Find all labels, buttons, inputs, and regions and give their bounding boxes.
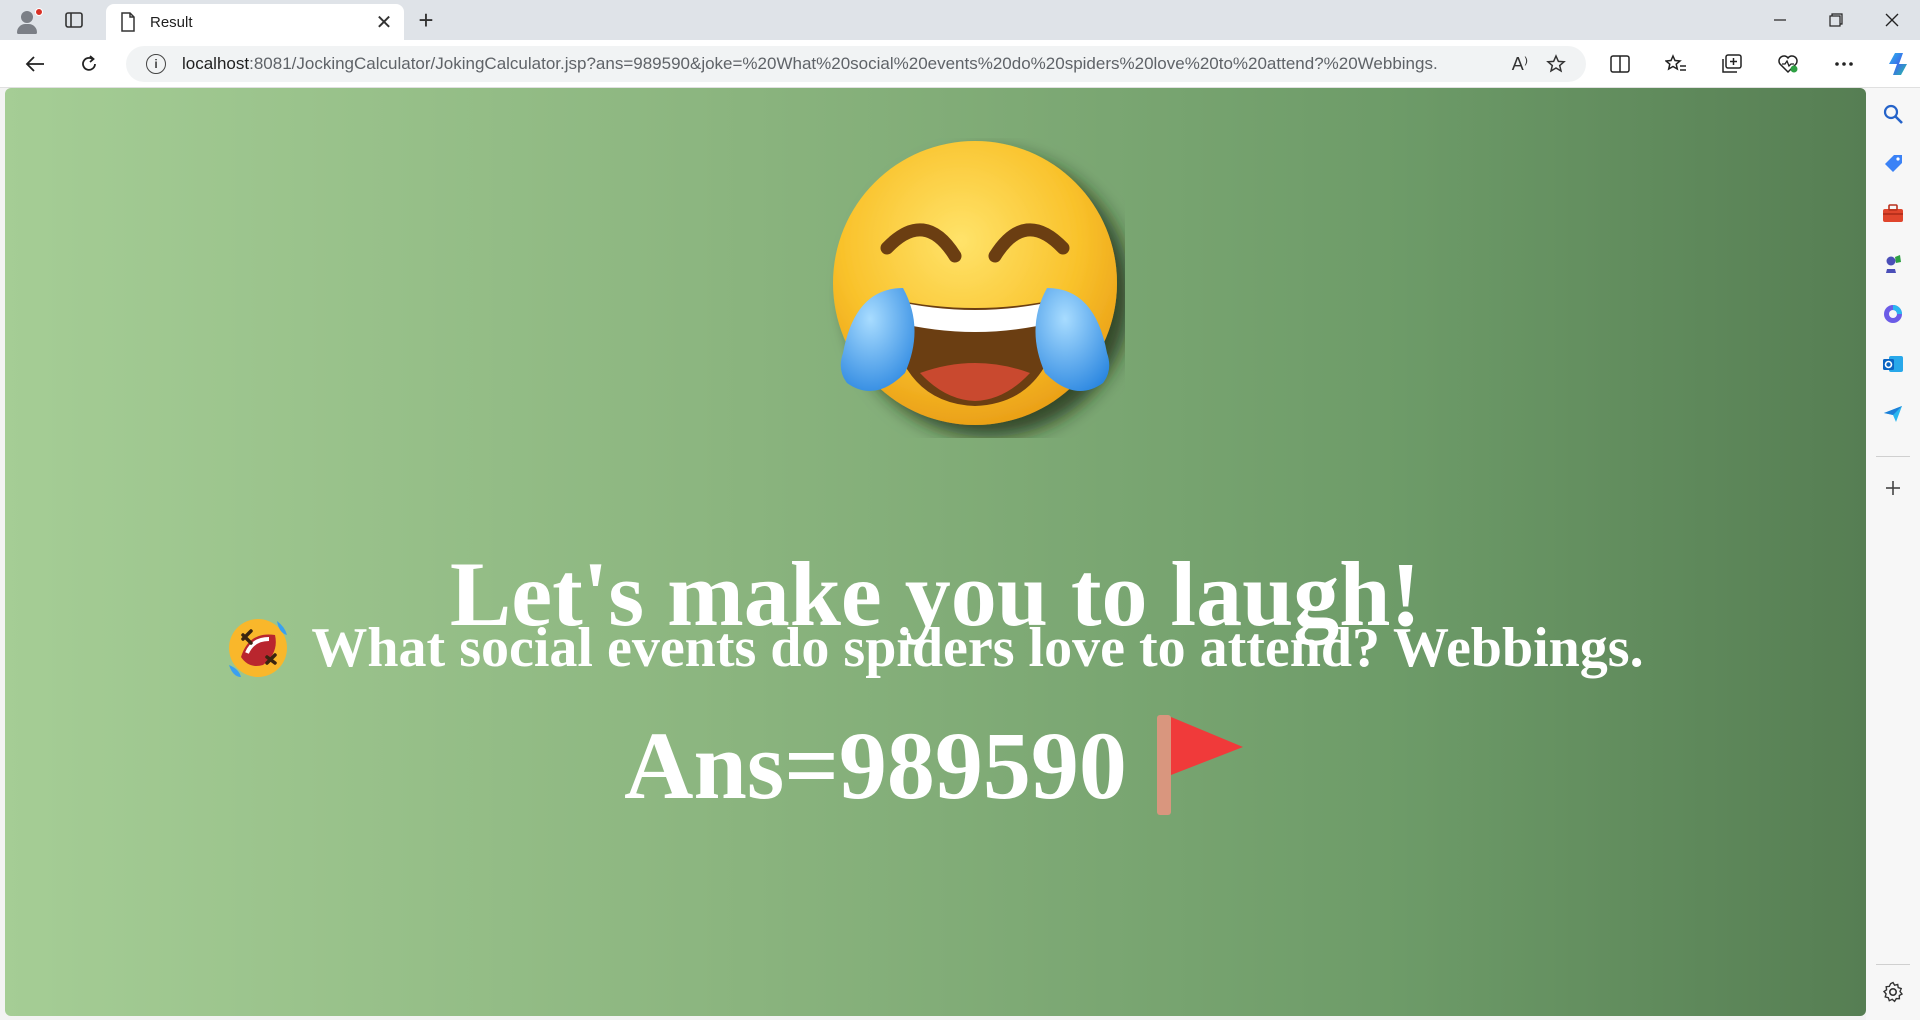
tab-actions-icon [65,12,83,28]
sidebar-add-icon[interactable] [1875,470,1911,506]
active-tab[interactable]: Result ✕ [106,4,404,40]
profile-avatar-icon [21,11,33,23]
more-options-icon[interactable] [1816,48,1872,80]
back-button[interactable] [18,48,52,80]
joke-text: What social events do spiders love to at… [311,617,1644,679]
profile-button[interactable] [10,4,46,36]
sidebar-settings-gear-icon[interactable] [1875,974,1911,1010]
read-aloud-icon[interactable]: A⁾ [1502,48,1538,80]
notification-dot [35,8,43,16]
favorites-icon[interactable] [1648,48,1704,80]
browser-essentials-icon[interactable] [1760,48,1816,80]
refresh-icon [82,55,96,71]
sidebar-divider [1876,456,1910,457]
back-arrow-icon [25,56,44,72]
collections-icon[interactable] [1704,48,1760,80]
red-flag-icon [1156,715,1243,815]
browser-toolbar: i localhost:8081/JockingCalculator/Jokin… [0,40,1920,88]
close-window-icon[interactable] [1864,0,1920,40]
tab-close-icon[interactable]: ✕ [370,8,398,36]
sidebar-search-icon[interactable] [1875,96,1911,132]
restore-icon[interactable] [1808,0,1864,40]
url-text[interactable]: localhost:8081/JockingCalculator/JokingC… [182,54,1502,74]
sidebar-outlook-icon[interactable] [1875,346,1911,382]
sidebar-shopping-icon[interactable] [1875,146,1911,182]
copilot-icon[interactable] [1872,48,1920,80]
answer-text: Ans=989590 [624,711,1127,819]
rolling-on-floor-laughing-icon [229,619,288,677]
address-bar[interactable]: i localhost:8081/JockingCalculator/Jokin… [126,46,1586,82]
edge-sidebar [1866,88,1920,1020]
page-content: Let's make you to laugh! What social eve… [5,88,1866,1016]
tab-title: Result [150,13,193,31]
joke-line: What social events do spiders love to at… [5,608,1866,688]
answer-line: Ans=989590 [5,710,1866,820]
window-controls [1752,0,1920,40]
refresh-button[interactable] [72,48,106,80]
favorite-star-icon[interactable] [1538,48,1574,80]
sidebar-send-icon[interactable] [1875,396,1911,432]
tab-strip: Result ✕ + [0,0,1920,40]
tab-actions-button[interactable] [58,6,90,34]
page-icon [121,12,135,32]
sidebar-games-icon[interactable] [1875,246,1911,282]
sidebar-copilot-365-icon[interactable] [1875,296,1911,332]
minimize-icon[interactable] [1752,0,1808,40]
face-with-tears-of-joy-icon [833,141,1117,425]
sidebar-tools-icon[interactable] [1875,196,1911,232]
site-info-icon[interactable]: i [146,54,166,74]
split-screen-icon[interactable] [1592,48,1648,80]
new-tab-button[interactable]: + [412,5,440,35]
